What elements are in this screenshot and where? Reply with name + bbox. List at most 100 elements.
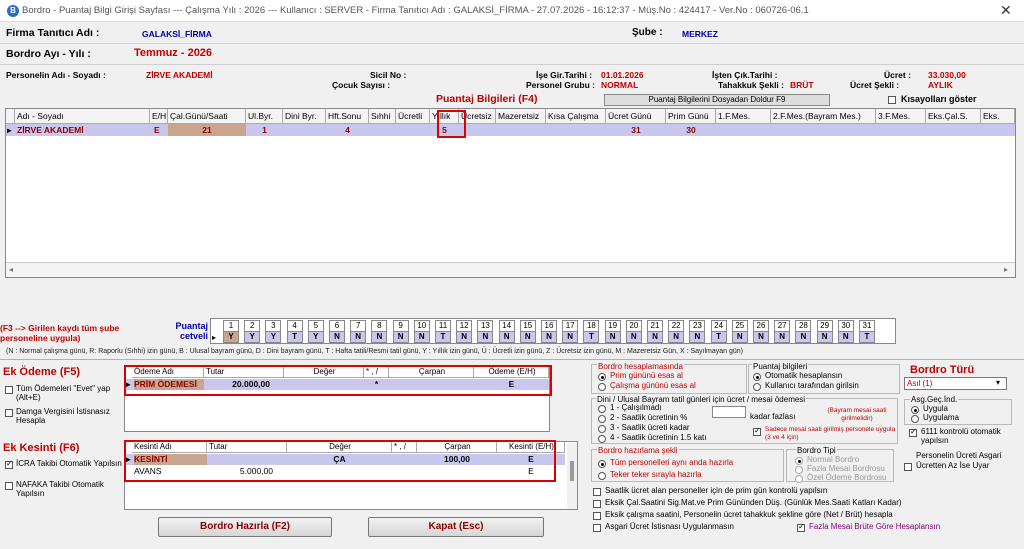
cetvel-day-code[interactable]: N [668, 331, 685, 343]
cetvel-day-code[interactable]: N [795, 331, 812, 343]
col-ul-byr[interactable]: Ul.Byr. [246, 109, 283, 124]
dini-opt4-radio[interactable] [598, 435, 606, 443]
cell-cal-gunu[interactable]: 21 [168, 124, 246, 136]
cell-3f-mes[interactable] [876, 124, 926, 136]
cell-1f-mes[interactable] [716, 124, 771, 136]
cell-ul-byr[interactable]: 1 [246, 124, 283, 136]
cetvel-day-code[interactable]: T [286, 331, 303, 343]
scroll-right-icon[interactable]: ▸ [1004, 265, 1008, 274]
cetvel-day-code[interactable]: N [329, 331, 345, 343]
shortcut-checkbox[interactable] [888, 96, 896, 104]
asgari-istisna-checkbox[interactable] [593, 524, 601, 532]
kontrol-6111-checkbox[interactable] [909, 427, 917, 437]
uygulama-radio[interactable] [911, 415, 919, 423]
cell-eks-cal[interactable] [926, 124, 981, 136]
cetvel-day-code[interactable]: T [710, 331, 727, 343]
cetvel-day-code[interactable]: Y [244, 331, 261, 343]
uygula-radio[interactable] [911, 406, 919, 414]
cetvel-day-code[interactable]: T [583, 331, 600, 343]
damga-checkbox[interactable] [5, 409, 13, 417]
uyar-checkbox[interactable] [904, 463, 912, 471]
fill-from-file-button[interactable]: Puantaj Bilgilerini Dosyadan Doldur F9 [604, 94, 830, 106]
cetvel-day-code[interactable]: N [837, 331, 854, 343]
col-ad-soyad[interactable]: Adı - Soyadı [15, 109, 150, 124]
col-3f-mes[interactable]: 3.F.Mes. [876, 109, 926, 124]
col-dini-byr[interactable]: Dini Byr. [283, 109, 326, 124]
ozel-odeme-radio[interactable] [795, 475, 803, 483]
tum-odemeler-checkbox[interactable] [5, 386, 13, 394]
col-sihhi[interactable]: Sıhhi [369, 109, 396, 124]
cetvel-day-code[interactable]: Y [265, 331, 282, 343]
col-hft-sonu[interactable]: Hft.Sonu [326, 109, 369, 124]
ayni-anda-radio[interactable] [598, 460, 606, 468]
eksik-cal-checkbox[interactable] [593, 500, 601, 508]
cetvel-day-code[interactable]: N [731, 331, 748, 343]
cetvel-day-code[interactable]: N [350, 331, 367, 343]
cetvel-day-code[interactable]: N [541, 331, 557, 343]
cetvel-day-code[interactable]: N [625, 331, 642, 343]
cetvel-day-code[interactable]: N [477, 331, 494, 343]
col-ucret-gunu[interactable]: Ücret Günü [606, 109, 666, 124]
bordro-hazirla-button[interactable]: Bordro Hazırla (F2) [158, 517, 332, 537]
sadece-mesai-checkbox[interactable] [753, 426, 761, 436]
cell-mazeretsiz[interactable] [496, 124, 546, 136]
col-2f-mes[interactable]: 2.F.Mes.(Bayram Mes.) [771, 109, 876, 124]
vertical-scrollbar[interactable] [567, 443, 577, 509]
cetvel-day-code[interactable]: N [604, 331, 621, 343]
cetvel-day-code[interactable]: N [647, 331, 663, 343]
dini-opt2-radio[interactable] [598, 415, 606, 423]
yuzde-input[interactable] [712, 406, 746, 418]
col-cal-gunu[interactable]: Çal.Günü/Saati [168, 109, 246, 124]
nafaka-checkbox[interactable] [5, 482, 13, 490]
cetvel-day-code[interactable]: Y [307, 331, 324, 343]
cell-sihhi[interactable] [369, 124, 396, 136]
bordro-turu-select[interactable]: Asıl (1) ▾ [904, 377, 1007, 390]
icra-checkbox[interactable] [5, 459, 13, 469]
fazla-mesai-brut-checkbox[interactable] [797, 522, 805, 532]
close-icon[interactable]: ✕ [1000, 2, 1012, 19]
prim-gunu-radio[interactable] [598, 373, 606, 381]
cell-ucretli[interactable] [396, 124, 430, 136]
cetvel-day-code[interactable]: T [435, 331, 451, 343]
cell-eh[interactable]: E [154, 124, 168, 136]
col-1f-mes[interactable]: 1.F.Mes. [716, 109, 771, 124]
otomatik-radio[interactable] [753, 373, 761, 381]
cetvel-day-code[interactable]: N [392, 331, 409, 343]
col-ucretli[interactable]: Ücretli [396, 109, 430, 124]
cetvel-day-code[interactable]: N [689, 331, 706, 343]
horizontal-scrollbar[interactable]: ◂ ▸ [6, 262, 1015, 277]
cetvel-day-code[interactable]: N [753, 331, 769, 343]
cetvel-day-code[interactable]: N [371, 331, 388, 343]
cell-ad-soyad[interactable]: ZİRVE AKADEMİ [17, 124, 147, 136]
cell-prim-gunu[interactable]: 30 [666, 124, 716, 136]
dini-opt1-radio[interactable] [598, 405, 606, 413]
col-prim-gunu[interactable]: Prim Günü [666, 109, 716, 124]
eksik-calisma-checkbox[interactable] [593, 512, 601, 520]
dini-opt3-radio[interactable] [598, 425, 606, 433]
col-eh[interactable]: E/H [150, 109, 168, 124]
saatlik-kontrol-checkbox[interactable] [593, 488, 601, 496]
fazla-mesai-radio[interactable] [795, 466, 803, 474]
cell-2f-mes[interactable] [771, 124, 876, 136]
cell-ucret-gunu[interactable]: 31 [606, 124, 666, 136]
cetvel-day-code[interactable]: N [816, 331, 833, 343]
col-mazeretsiz[interactable]: Mazeretsiz [496, 109, 546, 124]
calisma-gunu-radio[interactable] [598, 383, 606, 391]
kullanici-radio[interactable] [753, 383, 761, 391]
cetvel-day-code[interactable]: N [413, 331, 430, 343]
cetvel-day-code[interactable]: N [498, 331, 515, 343]
cetvel-day-code[interactable]: Y [223, 331, 239, 343]
teker-teker-radio[interactable] [598, 472, 606, 480]
cell-hft-sonu[interactable]: 4 [326, 124, 369, 136]
col-kisa-calisma[interactable]: Kısa Çalışma [546, 109, 606, 124]
scroll-thumb[interactable] [570, 461, 574, 481]
cetvel-day-code[interactable]: T [859, 331, 875, 343]
col-eks[interactable]: Eks. [981, 109, 1015, 124]
kapat-button[interactable]: Kapat (Esc) [368, 517, 544, 537]
cell-dini-byr[interactable] [283, 124, 326, 136]
scroll-left-icon[interactable]: ◂ [9, 265, 13, 274]
cetvel-day-code[interactable]: N [519, 331, 536, 343]
cetvel-day-code[interactable]: N [562, 331, 579, 343]
cell-eks[interactable] [981, 124, 1015, 136]
normal-bordro-radio[interactable] [795, 457, 803, 465]
